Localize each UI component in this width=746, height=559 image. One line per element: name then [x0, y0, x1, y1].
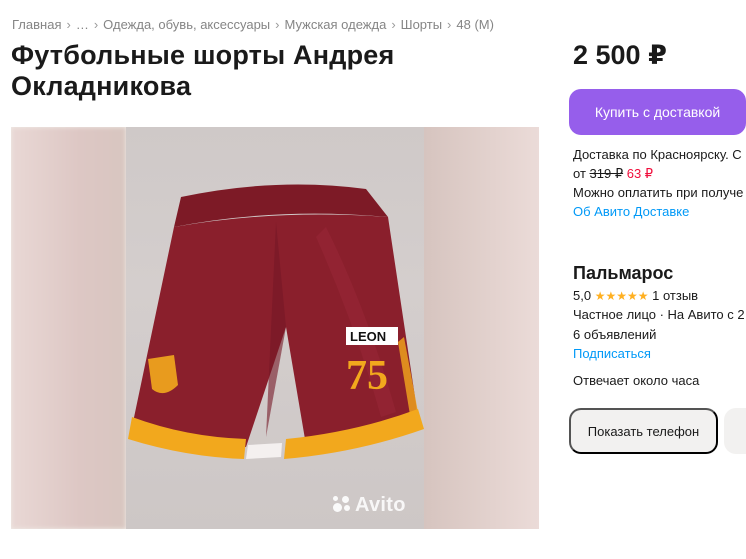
breadcrumb-separator: ›	[93, 17, 99, 32]
seller-name[interactable]: Пальмарос	[573, 263, 673, 284]
listing-price: 2 500 ₽	[573, 40, 667, 70]
payment-info: Можно оплатить при получе	[573, 185, 744, 200]
delivery-price: от 319 ₽ 63 ₽	[573, 166, 653, 182]
breadcrumb-separator: ›	[275, 17, 280, 32]
avito-logo-icon	[331, 494, 353, 514]
shorts-number-text: 75	[346, 353, 388, 399]
rating-stars-icon: ★★★★★	[594, 289, 649, 303]
subscribe-link[interactable]: Подписаться	[573, 346, 651, 361]
watermark-text: Avito	[355, 494, 406, 516]
seller-type: Частное лицо · На Авито с 2	[573, 307, 745, 322]
breadcrumb-separator: ›	[447, 17, 452, 32]
breadcrumb-clothing[interactable]: Одежда, обувь, аксессуары	[103, 17, 270, 32]
photo-gallery[interactable]: LEON 75 Avito	[11, 127, 539, 529]
message-button[interactable]	[724, 408, 746, 454]
delivery-from-label: от	[573, 166, 586, 181]
breadcrumb-separator: ›	[391, 17, 396, 32]
rating-value: 5,0	[573, 288, 592, 303]
delivery-info: Доставка по Красноярску. С	[573, 147, 742, 162]
seller-ads-count[interactable]: 6 объявлений	[573, 327, 656, 342]
reviews-count[interactable]: 1 отзыв	[652, 288, 698, 303]
avito-watermark: Avito	[331, 494, 406, 517]
breadcrumb-collapsed[interactable]: …	[76, 17, 89, 32]
seller-rating: 5,0 ★★★★★ 1 отзыв	[573, 288, 698, 303]
breadcrumb-size[interactable]: 48 (M)	[456, 17, 494, 32]
delivery-old-price: 319 ₽	[589, 166, 624, 181]
listing-photo[interactable]: LEON 75	[126, 127, 424, 529]
response-time: Отвечает около часа	[573, 373, 700, 388]
breadcrumb-mens-clothing[interactable]: Мужская одежда	[285, 17, 387, 32]
delivery-new-price: 63 ₽	[626, 166, 654, 181]
listing-title: Футбольные шорты Андрея Окладникова	[11, 40, 395, 101]
breadcrumb-home[interactable]: Главная	[12, 17, 61, 32]
breadcrumb-shorts[interactable]: Шорты	[401, 17, 442, 32]
gallery-blur-right	[424, 127, 539, 529]
show-phone-button[interactable]: Показать телефон	[569, 408, 718, 454]
shorts-illustration: LEON 75	[128, 184, 424, 459]
shorts-brand-text: LEON	[350, 329, 386, 344]
buy-with-delivery-button[interactable]: Купить с доставкой	[569, 89, 746, 135]
delivery-info-link[interactable]: Об Авито Доставке	[573, 204, 689, 219]
breadcrumb-separator: ›	[66, 17, 71, 32]
breadcrumb: Главная › … › Одежда, обувь, аксессуары › Мужс…	[12, 17, 494, 32]
gallery-blur-left	[11, 127, 126, 529]
